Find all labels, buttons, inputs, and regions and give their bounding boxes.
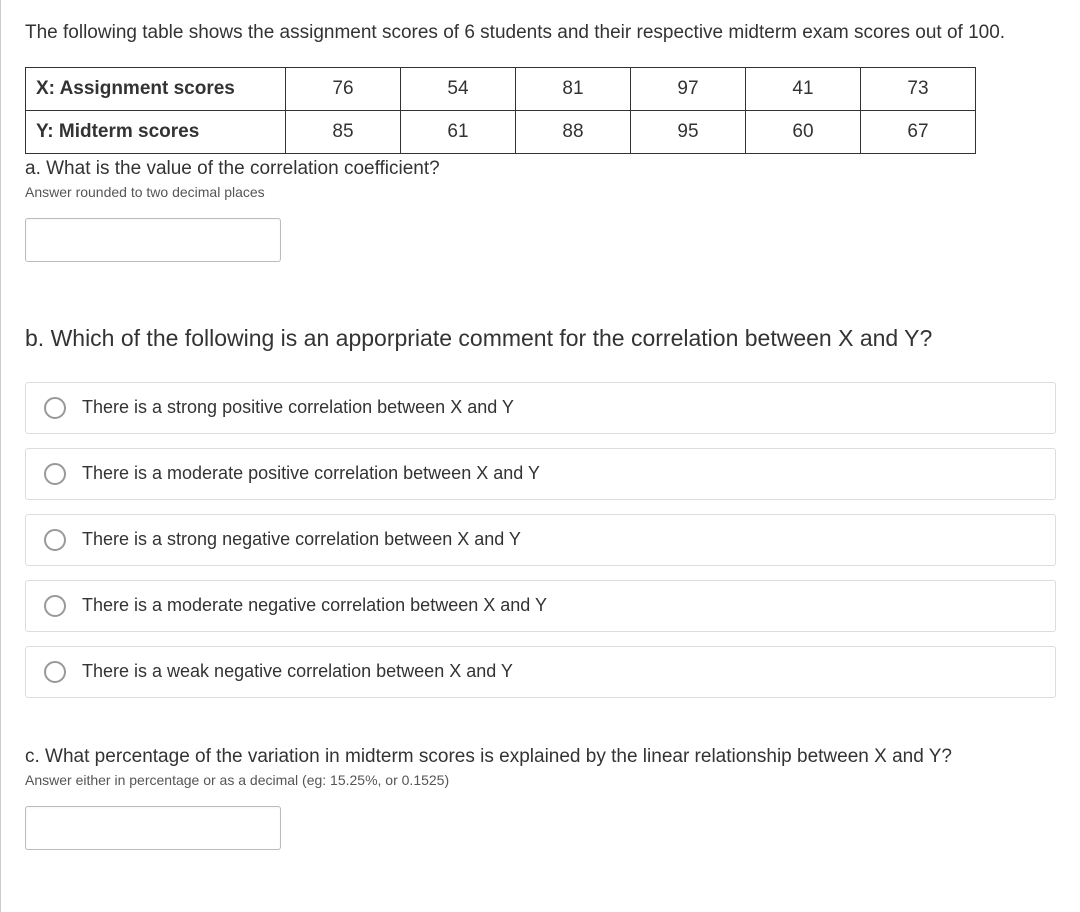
option-label: There is a strong negative correlation b… (82, 529, 521, 550)
table-cell: 97 (631, 67, 746, 110)
radio-icon (44, 463, 66, 485)
radio-icon (44, 529, 66, 551)
intro-text: The following table shows the assignment… (25, 20, 1056, 47)
option-weak-negative[interactable]: There is a weak negative correlation bet… (25, 646, 1056, 698)
data-table: X: Assignment scores 76 54 81 97 41 73 Y… (25, 67, 976, 154)
option-label: There is a weak negative correlation bet… (82, 661, 513, 682)
table-cell: 85 (286, 110, 401, 153)
option-label: There is a moderate positive correlation… (82, 463, 540, 484)
question-c-input[interactable] (25, 806, 281, 850)
option-moderate-positive[interactable]: There is a moderate positive correlation… (25, 448, 1056, 500)
question-container: The following table shows the assignment… (0, 0, 1080, 912)
table-cell: 61 (401, 110, 516, 153)
table-cell: 60 (746, 110, 861, 153)
row-header: Y: Midterm scores (26, 110, 286, 153)
option-strong-positive[interactable]: There is a strong positive correlation b… (25, 382, 1056, 434)
radio-icon (44, 397, 66, 419)
question-a-input[interactable] (25, 218, 281, 262)
table-cell: 95 (631, 110, 746, 153)
option-label: There is a strong positive correlation b… (82, 397, 514, 418)
option-moderate-negative[interactable]: There is a moderate negative correlation… (25, 580, 1056, 632)
question-a-prompt: a. What is the value of the correlation … (25, 158, 1056, 180)
table-cell: 76 (286, 67, 401, 110)
table-cell: 88 (516, 110, 631, 153)
option-label: There is a moderate negative correlation… (82, 595, 547, 616)
table-cell: 81 (516, 67, 631, 110)
table-row: Y: Midterm scores 85 61 88 95 60 67 (26, 110, 976, 153)
table-cell: 54 (401, 67, 516, 110)
question-a-hint: Answer rounded to two decimal places (25, 184, 1056, 200)
question-b-prompt: b. Which of the following is an apporpri… (25, 322, 1056, 354)
radio-icon (44, 595, 66, 617)
option-strong-negative[interactable]: There is a strong negative correlation b… (25, 514, 1056, 566)
radio-icon (44, 661, 66, 683)
question-c-prompt: c. What percentage of the variation in m… (25, 746, 1056, 768)
table-cell: 73 (861, 67, 976, 110)
row-header: X: Assignment scores (26, 67, 286, 110)
question-c-hint: Answer either in percentage or as a deci… (25, 772, 1056, 788)
table-cell: 67 (861, 110, 976, 153)
table-cell: 41 (746, 67, 861, 110)
table-row: X: Assignment scores 76 54 81 97 41 73 (26, 67, 976, 110)
